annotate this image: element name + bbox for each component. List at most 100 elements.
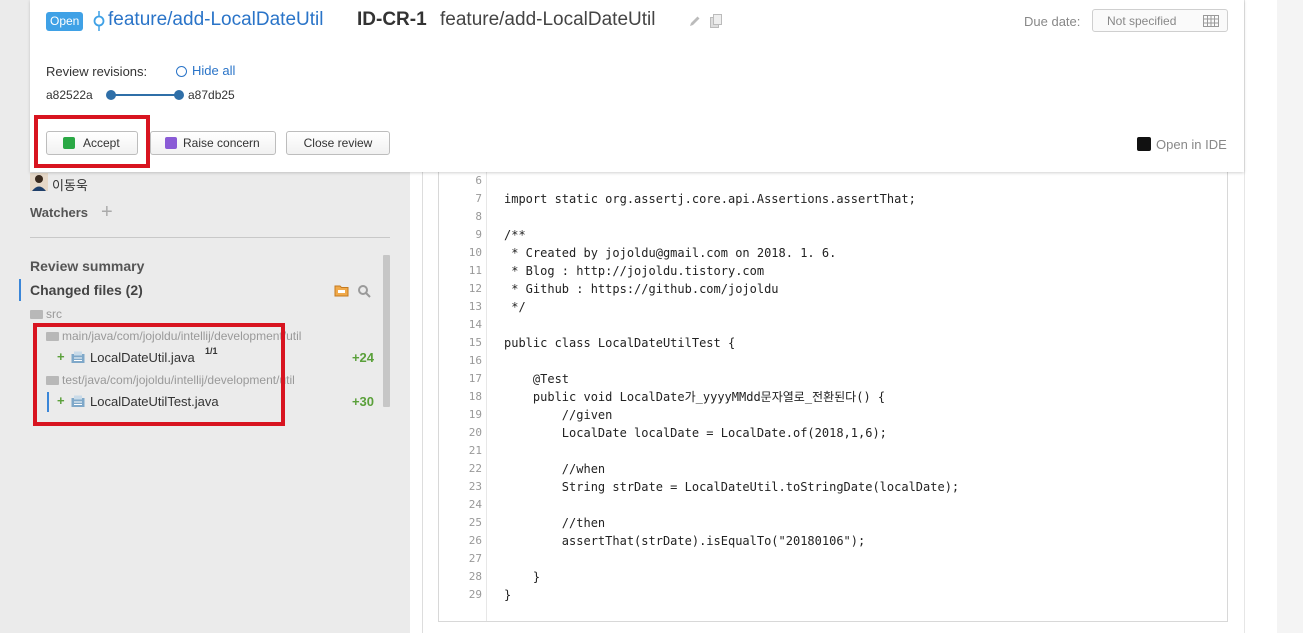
- line-code: * Blog : http://jojoldu.tistory.com: [504, 264, 765, 278]
- right-gutter: [1244, 0, 1277, 633]
- line-number: 23: [468, 480, 482, 493]
- open-in-ide-link[interactable]: Open in IDE: [1137, 137, 1227, 152]
- folder-icon: [30, 310, 43, 319]
- revision-to[interactable]: a87db25: [188, 88, 235, 102]
- hide-all-link[interactable]: Hide all: [176, 63, 235, 78]
- code-line: 17 @Test: [439, 370, 1227, 388]
- file-name[interactable]: LocalDateUtilTest.java: [90, 394, 219, 409]
- code-line: 8: [439, 208, 1227, 226]
- line-number: 18: [468, 390, 482, 403]
- code-line: 13 */: [439, 298, 1227, 316]
- copy-icon[interactable]: [710, 14, 722, 28]
- line-code: @Test: [504, 372, 570, 386]
- branch-name[interactable]: feature/add-LocalDateUtil: [108, 9, 323, 31]
- calendar-icon[interactable]: [1203, 15, 1219, 27]
- line-code: public void LocalDate가_yyyyMMdd문자열로_전환된다…: [504, 390, 886, 404]
- file-row-selected[interactable]: + LocalDateUtilTest.java +30: [46, 392, 376, 412]
- code-line: 27: [439, 550, 1227, 568]
- line-number: 7: [475, 192, 482, 205]
- code-line: 16: [439, 352, 1227, 370]
- line-number: 10: [468, 246, 482, 259]
- review-summary-link[interactable]: Review summary: [30, 258, 144, 274]
- java-file-icon: [71, 395, 85, 407]
- line-number: 14: [468, 318, 482, 331]
- line-number: 12: [468, 282, 482, 295]
- accept-button[interactable]: Accept: [46, 131, 138, 155]
- line-code: //then: [504, 516, 606, 530]
- line-number: 9: [475, 228, 482, 241]
- code-line: 7 import static org.assertj.core.api.Asse…: [439, 190, 1227, 208]
- code-line: 18 public void LocalDate가_yyyyMMdd문자열로_전…: [439, 388, 1227, 406]
- line-code: String strDate = LocalDateUtil.toStringD…: [504, 480, 960, 494]
- line-code: LocalDate localDate = LocalDate.of(2018,…: [504, 426, 887, 440]
- java-file-icon: [71, 351, 85, 363]
- code-line: 14: [439, 316, 1227, 334]
- line-number: 17: [468, 372, 482, 385]
- lines-added: +24: [351, 350, 374, 365]
- line-number: 20: [468, 426, 482, 439]
- line-number: 16: [468, 354, 482, 367]
- line-code: * Github : https://github.com/jojoldu: [504, 282, 779, 296]
- revision-range-slider[interactable]: [105, 88, 185, 102]
- code-line: 20 LocalDate localDate = LocalDate.of(20…: [439, 424, 1227, 442]
- active-section-indicator: [19, 279, 21, 301]
- line-number: 11: [468, 264, 482, 277]
- line-number: 15: [468, 336, 482, 349]
- line-code: /**: [504, 228, 526, 242]
- file-row[interactable]: + LocalDateUtil.java 1/1 +24: [46, 346, 376, 368]
- window-edge: [1277, 0, 1303, 633]
- add-watcher-icon[interactable]: +: [101, 202, 113, 222]
- added-marker: +: [57, 349, 65, 364]
- line-number: 13: [468, 300, 482, 313]
- folder-icon: [46, 376, 59, 385]
- line-code: */: [504, 300, 526, 314]
- search-icon[interactable]: [357, 284, 371, 298]
- code-line: 29}: [439, 586, 1227, 604]
- due-date-field[interactable]: Not specified: [1092, 9, 1228, 32]
- due-date-value: Not specified: [1107, 14, 1177, 28]
- code-line: 24: [439, 496, 1227, 514]
- code-line: 12 * Github : https://github.com/jojoldu: [439, 280, 1227, 298]
- revision-badge: 1/1: [205, 346, 218, 356]
- tree-folder-test[interactable]: test/java/com/jojoldu/intellij/developme…: [46, 373, 295, 387]
- due-date-label: Due date:: [1024, 14, 1081, 29]
- line-number: 24: [468, 498, 482, 511]
- code-line: 9 /**: [439, 226, 1227, 244]
- code-line: 26 assertThat(strDate).isEqualTo("201801…: [439, 532, 1227, 550]
- line-number: 6: [475, 174, 482, 187]
- changed-files-heading[interactable]: Changed files (2): [30, 282, 143, 298]
- review-header: Open feature/add-LocalDateUtil ID-CR-1 f…: [30, 0, 1244, 172]
- code-line: 23 String strDate = LocalDateUtil.toStri…: [439, 478, 1227, 496]
- close-review-button[interactable]: Close review: [286, 131, 390, 155]
- line-number: 29: [468, 588, 482, 601]
- avatar: [30, 173, 48, 191]
- line-code: //when: [504, 462, 606, 476]
- code-line: 10 * Created by jojoldu@gmail.com on 201…: [439, 244, 1227, 262]
- line-number: 27: [468, 552, 482, 565]
- line-code: * Created by jojoldu@gmail.com on 2018. …: [504, 246, 837, 260]
- review-id: ID-CR-1: [357, 9, 427, 30]
- code-line: 21: [439, 442, 1227, 460]
- code-line: 25 //then: [439, 514, 1227, 532]
- code-line: 22 //when: [439, 460, 1227, 478]
- raise-concern-button[interactable]: Raise concern: [150, 131, 276, 155]
- line-code: //given: [504, 408, 613, 422]
- selection-indicator: [47, 392, 49, 412]
- added-marker: +: [57, 393, 65, 408]
- file-name[interactable]: LocalDateUtil.java: [90, 350, 195, 365]
- raise-concern-icon: [165, 137, 177, 149]
- code-line: 28 }: [439, 568, 1227, 586]
- tree-folder-src[interactable]: src: [30, 307, 62, 321]
- folder-view-icon[interactable]: [334, 284, 349, 297]
- line-number: 26: [468, 534, 482, 547]
- sidebar-scrollbar[interactable]: [383, 255, 390, 407]
- line-code: }: [504, 588, 512, 602]
- line-code: public class LocalDateUtilTest {: [504, 336, 736, 350]
- line-number: 25: [468, 516, 482, 529]
- revision-from[interactable]: a82522a: [46, 88, 93, 102]
- status-badge: Open: [46, 12, 84, 31]
- tree-folder-main[interactable]: main/java/com/jojoldu/intellij/developme…: [46, 329, 301, 343]
- edit-icon[interactable]: [689, 15, 701, 27]
- code-viewer: 6 7 import static org.assertj.core.api.Ass…: [438, 172, 1228, 622]
- author-name[interactable]: 이동욱: [52, 175, 88, 194]
